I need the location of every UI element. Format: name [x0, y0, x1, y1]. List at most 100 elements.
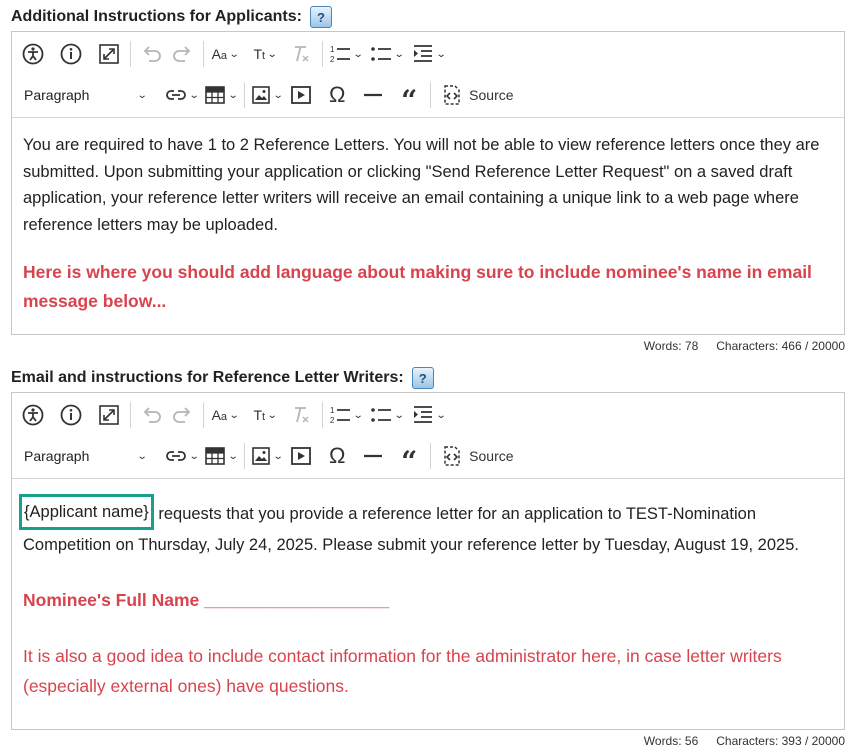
chevron-down-icon: ⌄ — [272, 89, 284, 101]
redo-icon[interactable] — [167, 39, 197, 69]
paragraph-style-value: Paragraph — [24, 448, 90, 464]
applicant-instructions-label: Additional Instructions for Applicants: … — [11, 6, 332, 28]
chevron-down-icon: ⌄ — [272, 450, 284, 462]
font-size-icon: Aa — [211, 46, 228, 62]
word-count: Words: 56 — [643, 734, 699, 748]
info-icon[interactable] — [56, 400, 86, 430]
writer-instructions-label: Email and instructions for Reference Let… — [11, 367, 434, 389]
info-icon[interactable] — [56, 39, 86, 69]
fullscreen-icon[interactable] — [94, 39, 124, 69]
toolbar-separator — [430, 443, 432, 469]
media-embed-icon[interactable] — [286, 441, 316, 471]
bulleted-list-dropdown[interactable]: ⌄ — [370, 39, 406, 69]
svg-text:2: 2 — [330, 55, 335, 64]
editor-content[interactable]: You are required to have 1 to 2 Referenc… — [12, 118, 844, 326]
chevron-down-icon: ⌄ — [352, 48, 364, 60]
font-size-icon: Aa — [211, 407, 228, 423]
toolbar-separator — [243, 443, 245, 469]
paragraph-style-select[interactable]: Paragraph ⌄ — [12, 80, 152, 110]
text-transform-icon: Tt — [253, 46, 266, 62]
font-size-dropdown[interactable]: Aa ⌄ — [210, 39, 240, 69]
editor-toolbar: Aa ⌄ Tt ⌄ 12 ⌄ ⌄ ⌄ Paragraph ⌄ ⌄ ⌄ ⌄ Ω “… — [12, 393, 844, 479]
chevron-down-icon: ⌄ — [394, 409, 406, 421]
word-counter: Words: 78 Characters: 466 / 20000 — [644, 339, 845, 353]
applicant-instructions-section: Additional Instructions for Applicants: … — [11, 0, 845, 360]
table-dropdown[interactable]: ⌄ — [204, 441, 240, 471]
remove-format-icon[interactable] — [286, 39, 316, 69]
help-icon[interactable]: ? — [411, 367, 434, 389]
character-count: Characters: 393 / 20000 — [716, 734, 845, 748]
horizontal-line-icon[interactable] — [358, 441, 388, 471]
email-paragraph: {Applicant name} requests that you provi… — [19, 494, 833, 559]
text-transform-dropdown[interactable]: Tt ⌄ — [250, 39, 280, 69]
indent-dropdown[interactable]: ⌄ — [412, 400, 446, 430]
svg-text:1: 1 — [330, 406, 335, 415]
block-quote-icon[interactable]: “ — [394, 436, 424, 478]
help-icon[interactable]: ? — [309, 6, 332, 28]
source-icon — [444, 85, 460, 105]
word-counter: Words: 56 Characters: 393 / 20000 — [644, 734, 845, 748]
svg-text:1: 1 — [330, 45, 335, 54]
special-characters-icon[interactable]: Ω — [322, 441, 352, 471]
toolbar-row-2: Paragraph ⌄ ⌄ ⌄ ⌄ Ω “ Source — [12, 436, 844, 478]
numbered-list-dropdown[interactable]: 12 ⌄ — [329, 400, 364, 430]
editor-content[interactable]: {Applicant name} requests that you provi… — [12, 479, 844, 711]
chevron-down-icon: ⌄ — [266, 48, 278, 60]
applicant-instructions-editor: Aa ⌄ Tt ⌄ 12 ⌄ ⌄ ⌄ Paragraph ⌄ ⌄ ⌄ ⌄ Ω “… — [11, 31, 845, 335]
table-dropdown[interactable]: ⌄ — [204, 80, 240, 110]
toolbar-row-1: Aa ⌄ Tt ⌄ 12 ⌄ ⌄ ⌄ — [12, 36, 844, 72]
chevron-down-icon: ⌄ — [228, 89, 240, 101]
svg-text:2: 2 — [330, 416, 335, 425]
writer-instructions-title: Email and instructions for Reference Let… — [11, 369, 404, 386]
text-transform-dropdown[interactable]: Tt ⌄ — [250, 400, 280, 430]
source-button[interactable]: Source — [437, 441, 517, 471]
editor-toolbar: Aa ⌄ Tt ⌄ 12 ⌄ ⌄ ⌄ Paragraph ⌄ ⌄ ⌄ ⌄ Ω “… — [12, 32, 844, 118]
remove-format-icon[interactable] — [286, 400, 316, 430]
character-count: Characters: 466 / 20000 — [716, 339, 845, 353]
chevron-down-icon: ⌄ — [228, 409, 240, 421]
bulleted-list-dropdown[interactable]: ⌄ — [370, 400, 406, 430]
toolbar-separator — [130, 41, 131, 67]
text-transform-icon: Tt — [253, 407, 266, 423]
source-label: Source — [469, 448, 514, 464]
chevron-down-icon: ⌄ — [188, 450, 200, 462]
image-dropdown[interactable]: ⌄ — [251, 441, 284, 471]
toolbar-separator — [203, 41, 204, 67]
toolbar-row-2: Paragraph ⌄ ⌄ ⌄ ⌄ Ω “ Source — [12, 75, 844, 117]
toolbar-separator — [243, 82, 245, 108]
image-dropdown[interactable]: ⌄ — [251, 80, 284, 110]
chevron-down-icon: ⌄ — [394, 48, 406, 60]
source-button[interactable]: Source — [437, 80, 517, 110]
toolbar-separator — [203, 402, 204, 428]
block-quote-icon[interactable]: “ — [394, 75, 424, 117]
chevron-down-icon: ⌄ — [435, 48, 447, 60]
chevron-down-icon: ⌄ — [228, 450, 240, 462]
accessibility-icon[interactable] — [18, 400, 48, 430]
link-dropdown[interactable]: ⌄ — [165, 441, 200, 471]
source-icon — [444, 446, 460, 466]
undo-icon[interactable] — [137, 39, 167, 69]
toolbar-row-1: Aa ⌄ Tt ⌄ 12 ⌄ ⌄ ⌄ — [12, 397, 844, 433]
special-characters-icon[interactable]: Ω — [322, 80, 352, 110]
horizontal-line-icon[interactable] — [358, 80, 388, 110]
redo-icon[interactable] — [167, 400, 197, 430]
undo-icon[interactable] — [137, 400, 167, 430]
indent-dropdown[interactable]: ⌄ — [412, 39, 447, 69]
toolbar-separator — [322, 402, 323, 428]
numbered-list-dropdown[interactable]: 12 ⌄ — [329, 39, 364, 69]
nominee-name-line: Nominee's Full Name ___________________ — [23, 589, 390, 610]
contact-note: It is also a good idea to include contac… — [23, 646, 782, 696]
toolbar-separator — [322, 41, 323, 67]
chevron-down-icon: ⌄ — [228, 48, 240, 60]
paragraph-style-select[interactable]: Paragraph ⌄ — [12, 441, 152, 471]
media-embed-icon[interactable] — [286, 80, 316, 110]
red-note: Here is where you should add language ab… — [23, 262, 812, 311]
link-dropdown[interactable]: ⌄ — [165, 80, 200, 110]
source-label: Source — [469, 87, 514, 103]
chevron-down-icon: ⌄ — [188, 89, 200, 101]
font-size-dropdown[interactable]: Aa ⌄ — [210, 400, 240, 430]
fullscreen-icon[interactable] — [94, 400, 124, 430]
paragraph-style-value: Paragraph — [24, 87, 90, 103]
writer-instructions-editor: Aa ⌄ Tt ⌄ 12 ⌄ ⌄ ⌄ Paragraph ⌄ ⌄ ⌄ ⌄ Ω “… — [11, 392, 845, 730]
accessibility-icon[interactable] — [18, 39, 48, 69]
